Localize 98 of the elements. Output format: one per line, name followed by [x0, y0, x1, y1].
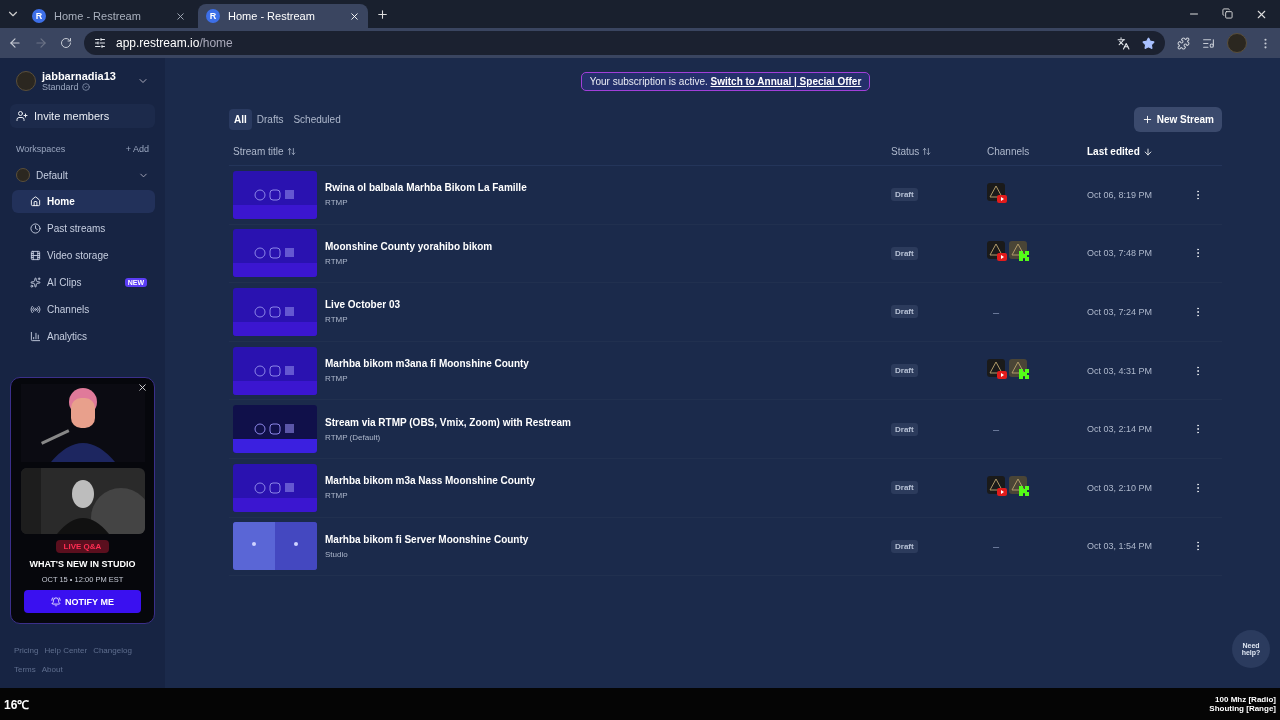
stream-row[interactable]: Marhba bikom m3ana fi Moonshine County RTMP Draft Oct 03, 4:31 PM [229, 341, 1222, 401]
column-header[interactable]: Channels [987, 146, 1087, 157]
workspace-name: Default [36, 169, 68, 181]
nav-item[interactable]: Home [12, 190, 155, 213]
stream-title: Marhba bikom m3a Nass Moonshine County [325, 475, 536, 487]
account-avatar [16, 71, 36, 91]
last-edited-date: Oct 03, 7:24 PM [1087, 307, 1154, 317]
stream-source: RTMP [325, 374, 349, 384]
section-label: Workspaces [16, 144, 66, 154]
no-channels: – [992, 540, 1000, 553]
stream-row[interactable]: Stream via RTMP (OBS, Vmix, Zoom) with Restream RTMP (Default) Draft – Oct 03, 2:14 PM [229, 400, 1222, 459]
live-tag: LIVE Q&A [55, 540, 110, 553]
bell-icon [51, 596, 62, 607]
column-header[interactable]: Stream title [233, 146, 891, 157]
home-icon [30, 196, 41, 207]
status-tag: Draft [891, 246, 918, 260]
last-edited-date: Oct 03, 7:48 PM [1087, 248, 1154, 259]
browser-tab[interactable]: R Home - Restream [24, 4, 194, 28]
close-icon[interactable] [175, 10, 186, 22]
plus-icon [1141, 114, 1153, 125]
workspace-avatar [16, 168, 30, 182]
stream-title: Marhba bikom fi Server Moonshine County [325, 533, 529, 545]
column-header[interactable]: Last edited [1087, 146, 1187, 157]
status-tag: Draft [891, 305, 918, 319]
last-edited-date: Oct 03, 2:14 PM [1087, 424, 1154, 435]
sort-icon [286, 147, 296, 156]
address-bar[interactable]: app.restream.io/home [84, 31, 1165, 55]
restore-icon[interactable] [1222, 7, 1233, 19]
last-edited-date: Oct 06, 8:19 PM [1087, 189, 1154, 200]
invite-members-button[interactable]: Invite members [10, 104, 155, 128]
filter-tab[interactable]: Drafts [251, 109, 289, 130]
close-icon[interactable] [349, 10, 360, 22]
browser-tab[interactable]: R Home - Restream [198, 4, 368, 28]
stream-source: RTMP [325, 198, 349, 208]
notify-button[interactable]: NOTIFY ME [24, 590, 141, 613]
last-edited-date: Oct 03, 4:31 PM [1087, 365, 1154, 376]
arrow-down-icon [1142, 146, 1153, 157]
nav-item[interactable]: Channels [12, 298, 155, 321]
close-button[interactable] [137, 382, 148, 393]
stream-title: Moonshine County yorahibo bikom [325, 240, 493, 252]
status-tag: Draft [891, 539, 918, 553]
stream-source: RTMP [325, 256, 349, 266]
stream-row[interactable]: Live October 03 RTMP Draft – Oct 03, 7:24 PM [229, 283, 1222, 342]
favicon: R [32, 9, 46, 23]
stream-title: Rwina ol balbala Marhba Bikom La Famille [325, 182, 527, 194]
last-edited-date: Oct 03, 2:10 PM [1087, 482, 1154, 493]
stream-source: RTMP [325, 315, 349, 325]
overlay-text: 100 Mhz [Radio] [1214, 695, 1276, 704]
stream-row[interactable]: Marhba bikom m3a Nass Moonshine County RTMP Draft Oct 03, 2:10 PM [229, 458, 1222, 518]
status-tag: Draft [891, 481, 918, 495]
stream-row[interactable]: Rwina ol balbala Marhba Bikom La Famille RTMP Draft Oct 06, 8:19 PM [229, 166, 1222, 225]
clock-icon [30, 223, 41, 234]
promo-title: WHAT'S NEW IN STUDIO [29, 559, 136, 569]
overlay-text: Shouting [Range] [1209, 704, 1276, 713]
check-icon [81, 83, 90, 91]
account-name: jabbarnadia13 [42, 70, 116, 82]
nav-item[interactable]: Video storage [12, 244, 155, 267]
stream-title: Stream via RTMP (OBS, Vmix, Zoom) with Restream [325, 416, 571, 428]
add-user-icon [16, 110, 28, 122]
stream-title: Live October 03 [325, 299, 401, 311]
nav-item[interactable]: Analytics [12, 325, 155, 348]
translate-icon[interactable] [1117, 36, 1130, 50]
stream-row[interactable]: Marhba bikom fi Server Moonshine County Studio Draft – Oct 03, 1:54 PM [229, 517, 1222, 577]
bar-chart-icon [30, 331, 41, 342]
stream-row[interactable]: Moonshine County yorahibo bikom RTMP Draft Oct 03, 7:48 PM [229, 224, 1222, 284]
offer-link[interactable]: Switch to Annual | Special Offer [710, 76, 862, 87]
status-tag: Draft [891, 364, 918, 378]
bookmark-star-icon[interactable] [1142, 36, 1155, 50]
new-stream-button[interactable]: New Stream [1133, 107, 1222, 132]
sparkle-icon [30, 277, 41, 288]
banner-text: Your subscription is active. [589, 76, 709, 87]
no-channels: – [992, 423, 1000, 436]
stream-source: RTMP (Default) [325, 432, 382, 442]
back-icon[interactable] [8, 36, 22, 50]
site-settings-icon[interactable] [94, 37, 106, 49]
reload-icon[interactable] [60, 37, 72, 49]
stream-source: RTMP [325, 491, 349, 501]
stream-title: Marhba bikom m3ana fi Moonshine County [325, 358, 529, 370]
stream-source: Studio [325, 549, 349, 559]
last-edited-date: Oct 03, 1:54 PM [1087, 541, 1154, 552]
plan-label: Standard [42, 82, 79, 92]
status-tag: Draft [891, 188, 918, 202]
filter-tab[interactable]: Scheduled [288, 109, 346, 130]
column-header[interactable]: Status [891, 146, 987, 157]
close-icon [137, 382, 148, 393]
nav-item[interactable]: Past streams [12, 217, 155, 240]
status-tag: Draft [891, 422, 918, 436]
broadcast-icon [30, 304, 41, 315]
sort-icon [922, 147, 932, 156]
filter-tab[interactable]: All [229, 109, 252, 130]
media-icon[interactable] [1202, 36, 1215, 50]
add-workspace-link[interactable]: + Add [125, 144, 149, 154]
temperature: 16℃ [4, 696, 30, 713]
new-tab-icon[interactable] [376, 7, 389, 21]
no-channels: – [992, 306, 1000, 318]
film-icon [30, 250, 41, 261]
extensions-icon[interactable] [1177, 36, 1190, 50]
favicon: R [206, 9, 220, 23]
